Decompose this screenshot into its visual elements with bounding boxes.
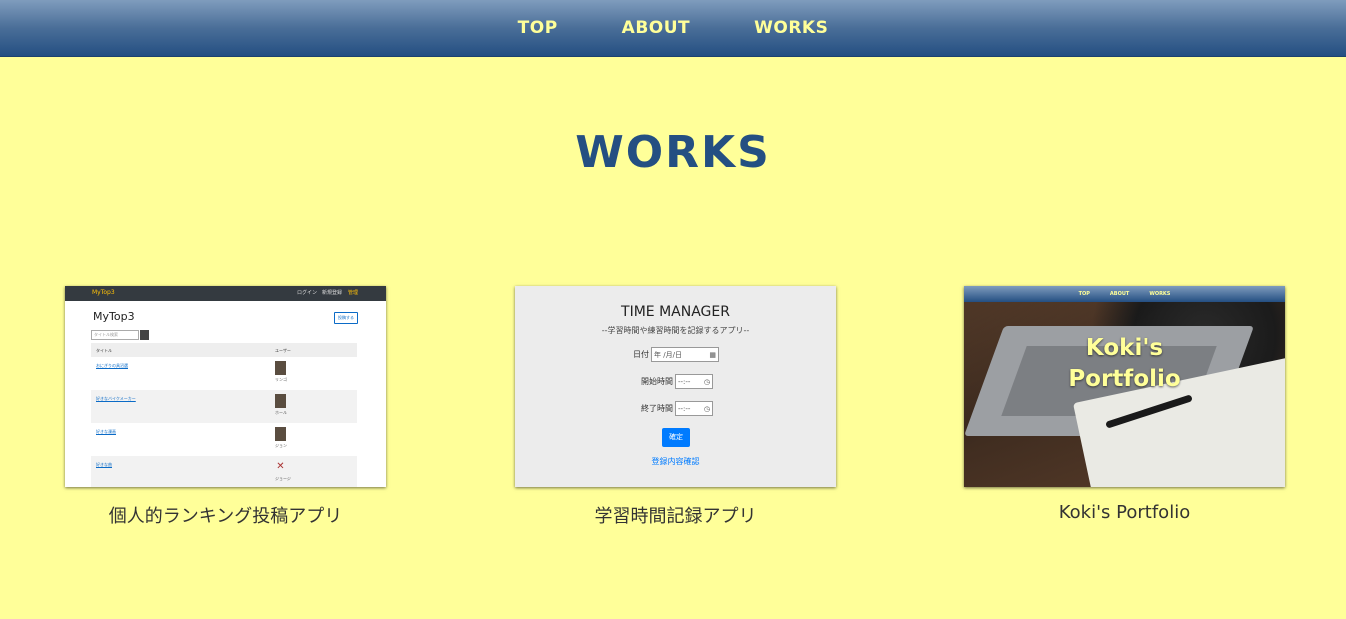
thumb-table-header: タイトル ユーザー — [91, 343, 357, 357]
thumb-brand: MyTop3 — [92, 289, 115, 296]
thumb-search-button — [140, 330, 149, 340]
thumb-date-value: 年 /月/日 — [654, 350, 682, 359]
thumb-start-row: 開始時間 --:-- ◷ — [641, 374, 713, 389]
row-title: 好きなバイクメーカー — [96, 396, 136, 401]
thumb-post-button: 投稿する — [334, 312, 358, 324]
nav-works-link[interactable]: WORKS — [754, 18, 828, 38]
thumb-end-label: 終了時間 — [641, 404, 673, 413]
table-row: 好きな漫画 ジョン — [91, 423, 357, 456]
row-title: 好きな漫画 — [96, 429, 116, 434]
thumb-subtitle: --学習時間や練習時間を記録するアプリ-- — [601, 326, 750, 335]
clock-icon: ◷ — [703, 404, 710, 413]
table-row: 好きな曲 ✕ ジョージ — [91, 456, 357, 487]
nav-about-link[interactable]: ABOUT — [622, 18, 690, 38]
calendar-icon: ▦ — [709, 350, 716, 359]
thumb-end-field: --:-- ◷ — [675, 401, 713, 416]
thumb-hero-line2: Portfolio — [1068, 366, 1181, 392]
guitar-icon: ✕ — [276, 461, 285, 472]
thumb-end-value: --:-- — [678, 404, 691, 413]
thumb-end-row: 終了時間 --:-- ◷ — [641, 401, 713, 416]
avatar — [275, 394, 286, 408]
thumb-title: TIME MANAGER — [621, 304, 730, 320]
thumb-hero-title: Koki's Portfolio — [964, 333, 1285, 395]
work-card-mytop3[interactable]: MyTop3 ログイン 新規登録 管理 MyTop3 投稿する タイトル検索 タ… — [65, 286, 386, 528]
avatar — [275, 361, 286, 375]
row-user: ジョン — [275, 443, 287, 448]
work-caption: Koki's Portfolio — [1058, 502, 1191, 523]
row-title: おにぎりの具沼選 — [96, 363, 128, 368]
thumb-date-row: 日付 年 /月/日 ▦ — [633, 347, 719, 362]
work-caption: 学習時間記録アプリ — [594, 506, 757, 527]
thumb-nav-top: TOP — [1078, 291, 1090, 297]
work-thumbnail-mytop3[interactable]: MyTop3 ログイン 新規登録 管理 MyTop3 投稿する タイトル検索 タ… — [65, 286, 386, 487]
thumb-header-title: タイトル — [96, 348, 112, 353]
row-user: リンゴ — [275, 377, 287, 382]
thumb-nav-links: ログイン 新規登録 — [296, 290, 342, 296]
work-card-portfolio[interactable]: TOP ABOUT WORKS Koki's Portfolio Koki's … — [964, 286, 1285, 523]
work-card-time-manager[interactable]: TIME MANAGER --学習時間や練習時間を記録するアプリ-- 日付 年 … — [515, 286, 836, 528]
row-title: 好きな曲 — [96, 462, 112, 467]
thumb-start-label: 開始時間 — [641, 377, 673, 386]
work-thumbnail-time-manager[interactable]: TIME MANAGER --学習時間や練習時間を記録するアプリ-- 日付 年 … — [515, 286, 836, 487]
thumb-start-value: --:-- — [678, 377, 691, 386]
clock-icon: ◷ — [703, 377, 710, 386]
thumb-confirm-button: 確定 — [662, 428, 690, 447]
thumb-nav-works: WORKS — [1149, 291, 1171, 297]
thumb-search-input: タイトル検索 — [91, 330, 139, 340]
thumb-start-field: --:-- ◷ — [675, 374, 713, 389]
thumb-header-user: ユーザー — [275, 348, 291, 353]
thumb-check-link: 登録内容確認 — [651, 457, 700, 466]
work-caption: 個人的ランキング投稿アプリ — [108, 506, 343, 527]
thumb-table: タイトル ユーザー おにぎりの具沼選 リンゴ 好きなバイクメーカー ホール 好き… — [91, 343, 357, 487]
table-row: おにぎりの具沼選 リンゴ — [91, 357, 357, 390]
thumb-date-label: 日付 — [633, 350, 649, 359]
avatar — [275, 427, 286, 441]
works-heading: WORKS — [575, 127, 771, 178]
top-navbar: TOP ABOUT WORKS — [0, 0, 1346, 57]
work-thumbnail-portfolio[interactable]: TOP ABOUT WORKS Koki's Portfolio — [964, 286, 1285, 487]
row-user: ジョージ — [275, 476, 291, 481]
thumb-nav-about: ABOUT — [1109, 291, 1130, 297]
thumb-date-field: 年 /月/日 ▦ — [651, 347, 719, 362]
thumb-hero-line1: Koki's — [1085, 335, 1164, 361]
thumb-navbar: MyTop3 ログイン 新規登録 管理 — [65, 286, 386, 301]
nav-top-link[interactable]: TOP — [518, 18, 558, 38]
thumb-navbar: TOP ABOUT WORKS — [964, 286, 1285, 302]
thumb-nav-admin: 管理 — [347, 290, 358, 296]
row-user: ホール — [275, 410, 287, 415]
thumb-title: MyTop3 — [93, 310, 135, 323]
table-row: 好きなバイクメーカー ホール — [91, 390, 357, 423]
